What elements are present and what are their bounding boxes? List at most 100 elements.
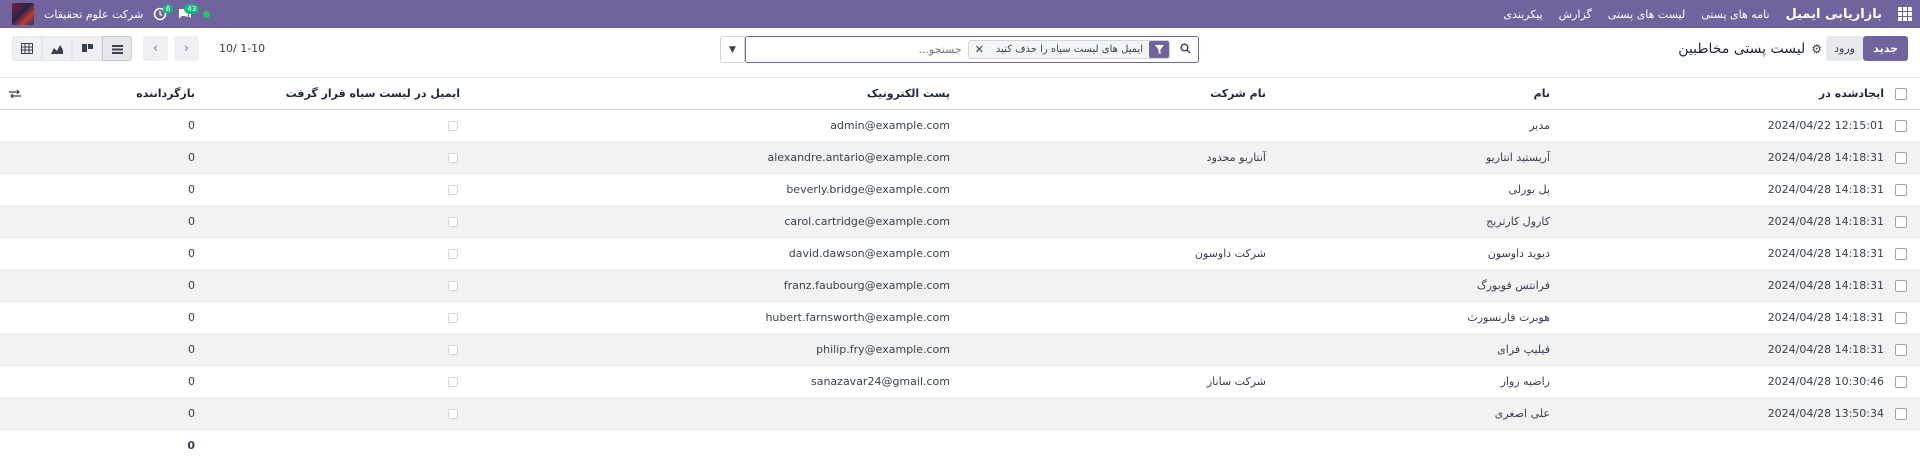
- contacts-table: ایجادشده در نام نام شرکت پست الکترونیک ا…: [0, 78, 1920, 460]
- table-row[interactable]: 2024/04/22 12:15:01 مدیر admin@example.c…: [0, 110, 1920, 142]
- chevron-right-icon[interactable]: ›: [174, 36, 199, 61]
- cell-created: 2024/04/28 13:50:34: [1767, 407, 1884, 420]
- cell-created: 2024/04/28 14:18:31: [1767, 215, 1884, 228]
- table-row[interactable]: 2024/04/28 10:30:46 راضیه زوار شرکت سانا…: [0, 366, 1920, 398]
- cell-email: hubert.farnsworth@example.com: [765, 311, 950, 324]
- menu-configuration[interactable]: پیکربندی: [1503, 8, 1542, 21]
- cell-email: carol.cartridge@example.com: [784, 215, 950, 228]
- chevron-left-icon[interactable]: ‹: [143, 36, 168, 61]
- cell-name: راضیه زوار: [1500, 375, 1550, 388]
- cell-blacklisted-checkbox: [445, 206, 460, 237]
- company-avatar[interactable]: [12, 3, 34, 25]
- table-row[interactable]: 2024/04/28 14:18:31 دیوید داوسون شرکت دا…: [0, 238, 1920, 270]
- search-input[interactable]: [746, 38, 968, 61]
- row-checkbox[interactable]: [1894, 302, 1908, 333]
- cell-created: 2024/04/28 14:18:31: [1767, 279, 1884, 292]
- row-checkbox[interactable]: [1894, 110, 1908, 141]
- table-row[interactable]: 2024/04/28 14:18:31 هوبرت فارنسورث huber…: [0, 302, 1920, 334]
- search-icon[interactable]: [1172, 43, 1198, 57]
- cell-email: alexandre.antario@example.com: [767, 151, 950, 164]
- view-switcher: [12, 36, 132, 61]
- column-email[interactable]: پست الکترونیک: [760, 78, 950, 109]
- cell-blacklisted-checkbox: [445, 398, 460, 429]
- cell-blacklisted-checkbox: [445, 110, 460, 141]
- app-brand[interactable]: بازاریابی ایمیل: [1786, 7, 1882, 22]
- menu-mailings[interactable]: نامه های پستی: [1701, 8, 1769, 21]
- row-checkbox[interactable]: [1894, 366, 1908, 397]
- cell-email: philip.fry@example.com: [816, 343, 950, 356]
- cell-created: 2024/04/28 14:18:31: [1767, 183, 1884, 196]
- cell-bounce: 0: [188, 279, 195, 292]
- list-view-icon[interactable]: [102, 36, 132, 61]
- column-bounce[interactable]: بازگرداننده: [120, 78, 195, 109]
- column-company[interactable]: نام شرکت: [1210, 78, 1266, 109]
- cell-email: david.dawson@example.com: [788, 247, 950, 260]
- cell-blacklisted-checkbox: [445, 142, 460, 173]
- menu-mailing-lists[interactable]: لیست های پستی: [1608, 8, 1685, 21]
- cell-bounce: 0: [188, 119, 195, 132]
- cell-email: [760, 398, 950, 429]
- pager: ‹ › 1-10 /10: [143, 36, 265, 61]
- settings-gear-icon[interactable]: ⚙: [1811, 42, 1822, 56]
- company-switcher[interactable]: شرکت علوم تحقیقات: [44, 8, 143, 21]
- cell-name: کارول کارتریج: [1486, 215, 1550, 228]
- new-button[interactable]: جدید: [1863, 36, 1908, 61]
- kanban-view-icon[interactable]: [72, 36, 102, 61]
- apps-icon[interactable]: [1898, 7, 1912, 21]
- select-all-checkbox[interactable]: [1894, 78, 1908, 109]
- cell-name: آریستید انتاریو: [1486, 151, 1550, 164]
- import-button[interactable]: ورود: [1826, 36, 1863, 61]
- cell-company: آنتاریو محدود: [1206, 151, 1266, 164]
- row-checkbox[interactable]: [1894, 174, 1908, 205]
- column-blacklisted[interactable]: ایمیل در لیست سیاه قرار گرفت: [286, 78, 460, 109]
- cell-email: franz.faubourg@example.com: [783, 279, 950, 292]
- chat-icon[interactable]: 43: [177, 4, 200, 21]
- cell-bounce: 0: [188, 343, 195, 356]
- search-facet-label: ایمیل های لیست سیاه را حذف کنید: [995, 44, 1143, 55]
- cell-email: beverly.bridge@example.com: [786, 183, 950, 196]
- table-row[interactable]: 2024/04/28 14:18:31 کارول کارتریج carol.…: [0, 206, 1920, 238]
- cell-bounce: 0: [188, 311, 195, 324]
- row-checkbox[interactable]: [1894, 206, 1908, 237]
- cell-company: شرکت داوسون: [1194, 247, 1266, 260]
- cell-bounce: 0: [188, 375, 195, 388]
- cell-name: پل بورلی: [1508, 183, 1550, 196]
- close-icon[interactable]: ✕: [969, 43, 990, 56]
- column-options-icon[interactable]: [8, 78, 22, 109]
- column-created[interactable]: ایجادشده در: [1819, 78, 1884, 109]
- table-row[interactable]: 2024/04/28 14:18:31 آریستید انتاریو آنتا…: [0, 142, 1920, 174]
- cell-name: علی اصغری: [1494, 407, 1550, 420]
- cell-blacklisted-checkbox: [445, 174, 460, 205]
- breadcrumb: لیست پستی مخاطبین ⚙: [1678, 41, 1822, 57]
- table-row[interactable]: 2024/04/28 14:18:31 فرانتس فوبورگ franz.…: [0, 270, 1920, 302]
- table-header: ایجادشده در نام نام شرکت پست الکترونیک ا…: [0, 78, 1920, 110]
- row-checkbox[interactable]: [1894, 142, 1908, 173]
- filter-icon: [1149, 41, 1169, 58]
- graph-view-icon[interactable]: [42, 36, 72, 61]
- table-row[interactable]: 2024/04/28 14:18:31 فیلیپ فرای philip.fr…: [0, 334, 1920, 366]
- row-checkbox[interactable]: [1894, 238, 1908, 269]
- table-footer: 0: [0, 430, 1920, 460]
- cell-email: sanazavar24@gmail.com: [810, 375, 950, 388]
- cell-company: شرکت ساناز: [1206, 375, 1266, 388]
- pager-value[interactable]: 1-10 /10: [219, 42, 265, 55]
- cell-blacklisted-checkbox: [445, 270, 460, 301]
- cell-bounce: 0: [188, 151, 195, 164]
- cell-created: 2024/04/28 14:18:31: [1767, 343, 1884, 356]
- activities-count-badge: 6: [162, 4, 174, 14]
- pivot-view-icon[interactable]: [12, 36, 42, 61]
- cell-bounce: 0: [188, 247, 195, 260]
- activity-clock-icon[interactable]: 6: [153, 4, 174, 21]
- cell-created: 2024/04/28 14:18:31: [1767, 311, 1884, 324]
- cell-bounce: 0: [188, 407, 195, 420]
- row-checkbox[interactable]: [1894, 398, 1908, 429]
- caret-down-icon[interactable]: ▼: [720, 36, 745, 63]
- row-checkbox[interactable]: [1894, 270, 1908, 301]
- column-name[interactable]: نام: [1534, 78, 1550, 109]
- table-row[interactable]: 2024/04/28 14:18:31 پل بورلی beverly.bri…: [0, 174, 1920, 206]
- cell-bounce: 0: [188, 215, 195, 228]
- table-row[interactable]: 2024/04/28 13:50:34 علی اصغری 0: [0, 398, 1920, 430]
- menu-reporting[interactable]: گزارش: [1559, 8, 1592, 21]
- row-checkbox[interactable]: [1894, 334, 1908, 365]
- cell-created: 2024/04/28 14:18:31: [1767, 247, 1884, 260]
